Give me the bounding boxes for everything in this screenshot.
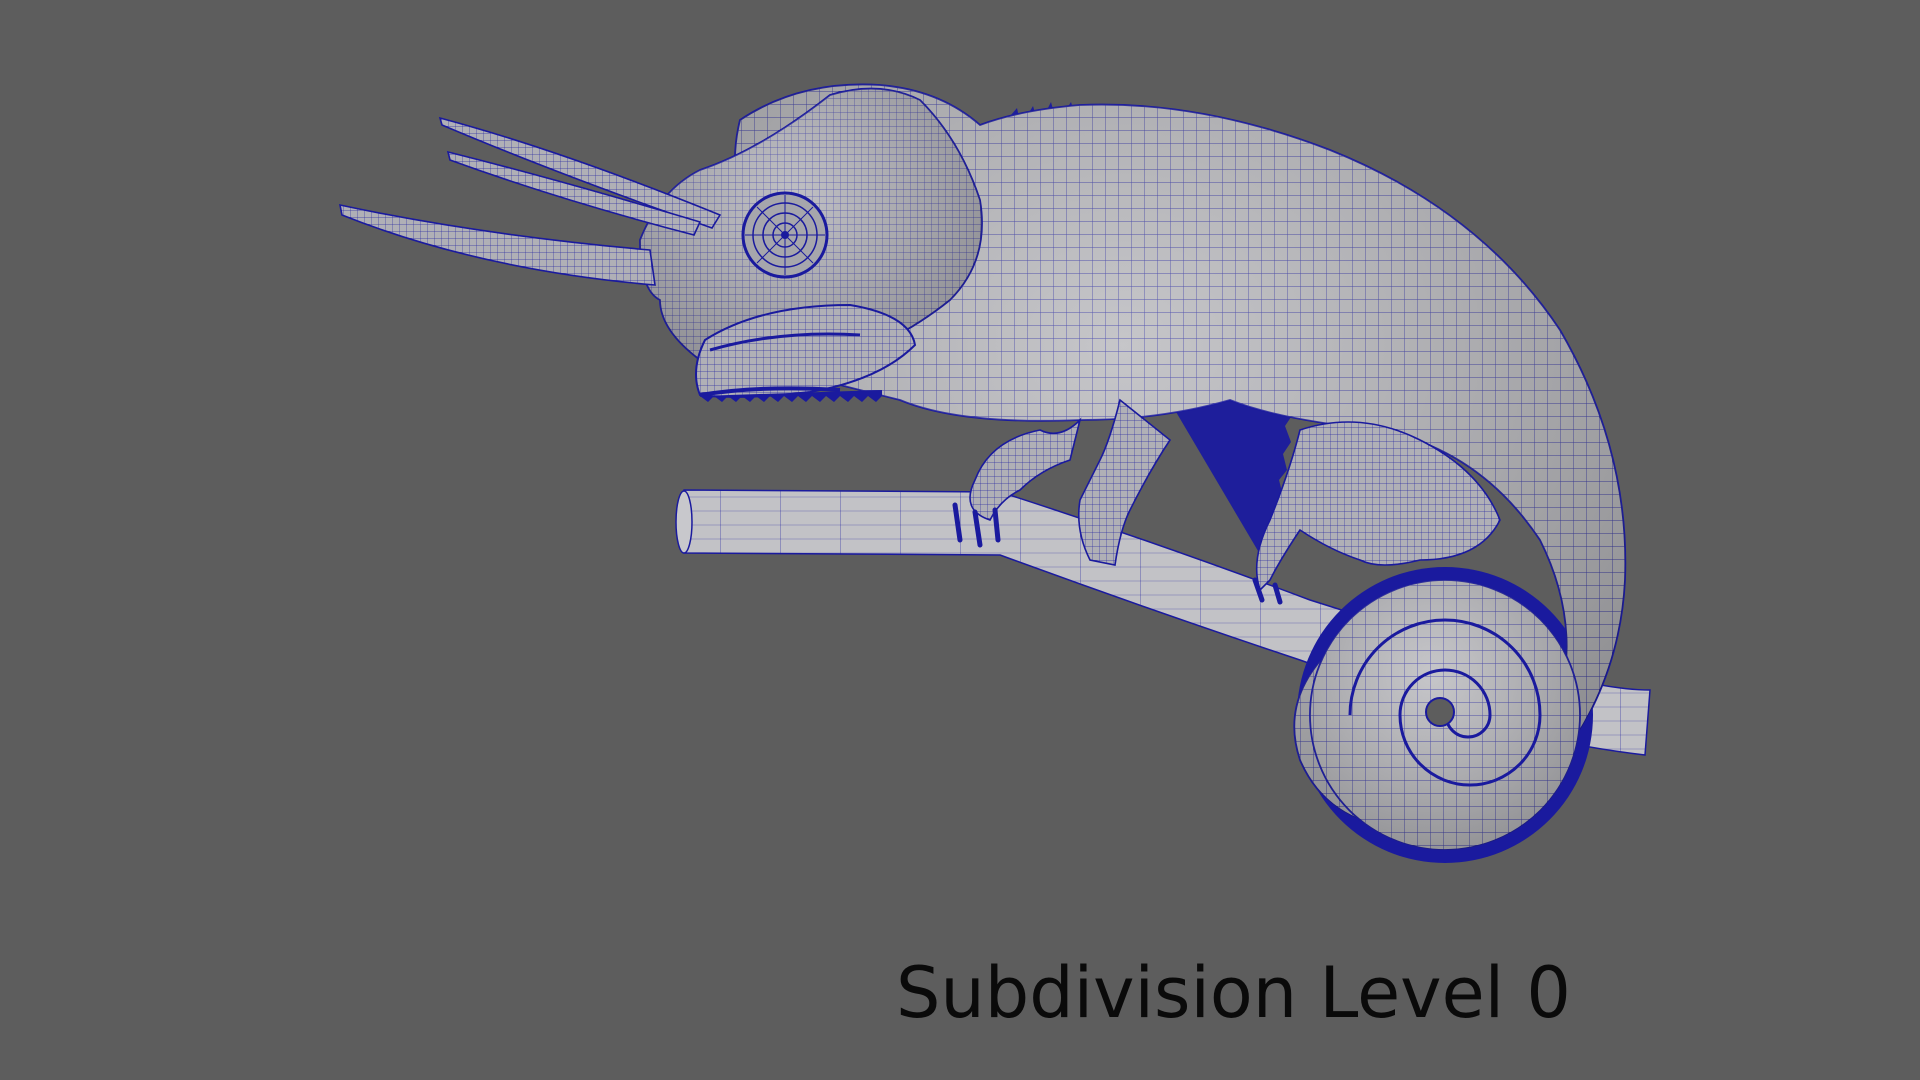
tail-coil xyxy=(1309,579,1581,851)
3d-viewport[interactable]: Subdivision Level 0 xyxy=(0,0,1920,1080)
chameleon-wireframe-model[interactable] xyxy=(0,0,1920,1080)
eye xyxy=(741,191,829,279)
subdivision-level-caption: Subdivision Level 0 xyxy=(896,952,1571,1034)
